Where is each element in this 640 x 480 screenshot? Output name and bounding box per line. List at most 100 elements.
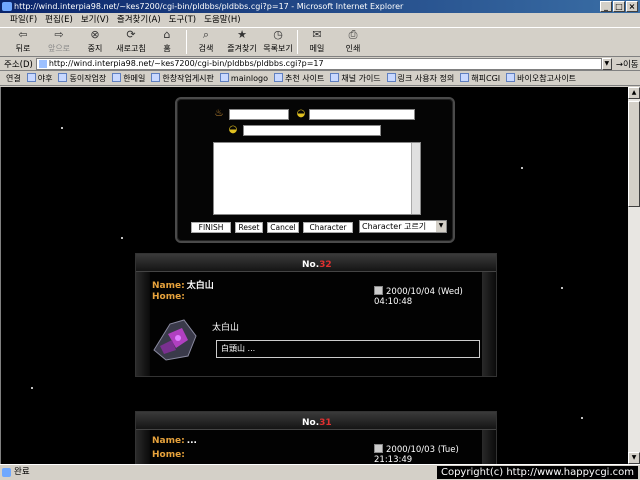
page-done-icon	[2, 468, 11, 477]
address-input[interactable]: http://wind.interpia98.net/~kes7200/cgi-…	[35, 57, 602, 70]
link-item[interactable]: 바이오참고사이트	[506, 73, 576, 84]
name-value[interactable]: 太白山	[187, 281, 214, 291]
menu-file[interactable]: 파일(F)	[10, 13, 37, 27]
window-controls: _ □ ×	[600, 1, 638, 12]
stop-label: 중지	[87, 44, 103, 53]
home-label: 홈	[163, 44, 171, 53]
home-label: Home:	[152, 450, 185, 460]
name-label: Name:	[152, 436, 185, 446]
link-item[interactable]: 동이작업장	[58, 73, 106, 84]
mail-button[interactable]: ✉ 메일	[300, 28, 334, 56]
homepage-icon: ◒	[228, 124, 238, 135]
scroll-thumb[interactable]	[628, 101, 640, 207]
refresh-button[interactable]: ⟳ 새로고침	[114, 28, 148, 56]
favorites-button[interactable]: ★ 즐겨찾기	[225, 28, 259, 56]
vertical-scrollbar[interactable]: ▲ ▼	[628, 87, 640, 464]
message-textarea[interactable]	[213, 142, 421, 215]
home-button[interactable]: ⌂ 홈	[150, 28, 184, 56]
post-number-label: No.	[302, 418, 320, 428]
scroll-up-arrow[interactable]: ▲	[628, 87, 640, 99]
back-label: 뒤로	[15, 44, 31, 53]
link-item[interactable]: 야후	[27, 73, 53, 84]
star	[561, 287, 563, 289]
forward-button[interactable]: ⇨ 앞으로	[42, 28, 76, 56]
search-button[interactable]: ⌕ 검색	[189, 28, 223, 56]
menu-help[interactable]: 도움말(H)	[204, 13, 240, 27]
star	[61, 127, 63, 129]
post-frame-left	[136, 272, 150, 376]
homepage-input[interactable]	[243, 125, 381, 136]
link-item[interactable]: 한메일	[112, 73, 145, 84]
star	[121, 237, 123, 239]
print-label: 인쇄	[345, 44, 361, 53]
textarea-scrollbar[interactable]	[411, 143, 420, 214]
write-form: ♨ ◒ ◒ FINISH Reset Cancel Character Char…	[175, 97, 455, 243]
post-date: 2000/10/04 (Wed) 04:10:48	[374, 286, 496, 307]
post-number: No.32	[302, 260, 332, 270]
post-number-value: 32	[319, 260, 332, 270]
post-number: No.31	[302, 418, 332, 428]
history-icon: ◷	[273, 28, 283, 41]
go-label: 이동	[622, 59, 639, 70]
forward-arrow-icon: ⇨	[54, 28, 64, 41]
reset-button[interactable]: Reset	[235, 222, 263, 233]
cancel-button[interactable]: Cancel	[267, 222, 299, 233]
status-bar: 완료 Copyright(c) http://www.happycgi.com	[0, 464, 640, 480]
link-item[interactable]: 추천 사이트	[274, 73, 324, 84]
link-item[interactable]: 해피CGI	[460, 73, 500, 84]
name-value[interactable]: ...	[187, 436, 197, 446]
close-button[interactable]: ×	[626, 1, 638, 12]
mail-label: 메일	[309, 44, 325, 53]
history-button[interactable]: ◷ 목록보기	[261, 28, 295, 56]
minimize-button[interactable]: _	[600, 1, 612, 12]
name-input[interactable]	[229, 109, 289, 120]
post-number-label: No.	[302, 260, 320, 270]
star	[521, 167, 523, 169]
back-button[interactable]: ⇦ 뒤로	[6, 28, 40, 56]
menu-view[interactable]: 보기(V)	[81, 13, 109, 27]
link-item[interactable]: 채널 가이드	[330, 73, 380, 84]
menu-tools[interactable]: 도구(T)	[169, 13, 196, 27]
post-body: 太白山	[212, 323, 240, 333]
go-button[interactable]: →이동	[616, 58, 639, 70]
status-text: 완료	[14, 467, 30, 477]
character-avatar	[153, 319, 197, 361]
link-item[interactable]: mainlogo	[220, 73, 268, 83]
email-input[interactable]	[309, 109, 415, 120]
print-button[interactable]: ⎙ 인쇄	[336, 28, 370, 56]
finish-button[interactable]: FINISH	[191, 222, 231, 233]
ie-logo-icon	[2, 2, 12, 11]
favorites-icon: ★	[237, 28, 247, 41]
toolbar-separator	[297, 30, 298, 54]
star	[31, 387, 33, 389]
refresh-icon: ⟳	[126, 28, 136, 41]
toolbar-separator	[186, 30, 187, 54]
history-label: 목록보기	[263, 44, 293, 53]
page-content: ♨ ◒ ◒ FINISH Reset Cancel Character Char…	[0, 87, 628, 464]
copyright-banner: Copyright(c) http://www.happycgi.com	[436, 466, 638, 479]
name-icon: ♨	[214, 108, 224, 119]
post-card: No.32 Name: 太白山 Home: 2000/10/04 (Wed) 04…	[135, 253, 497, 377]
scroll-down-arrow[interactable]: ▼	[628, 452, 640, 464]
post-home: Home:	[152, 292, 185, 302]
address-dropdown[interactable]: ▼	[601, 57, 612, 70]
post-name: Name:...	[152, 436, 197, 446]
link-item[interactable]: 한창작업게시판	[151, 73, 214, 84]
stop-button[interactable]: ⊗ 중지	[78, 28, 112, 56]
home-label: Home:	[152, 292, 185, 302]
link-item[interactable]: 링크 사용자 정의	[387, 73, 455, 84]
menu-bar: 파일(F) 편집(E) 보기(V) 즐겨찾기(A) 도구(T) 도움말(H)	[0, 13, 640, 27]
forward-label: 앞으로	[47, 44, 71, 53]
maximize-button[interactable]: □	[613, 1, 625, 12]
menu-favorites[interactable]: 즐겨찾기(A)	[117, 13, 161, 27]
address-url: http://wind.interpia98.net/~kes7200/cgi-…	[48, 58, 324, 68]
character-button[interactable]: Character	[303, 222, 353, 233]
search-label: 검색	[198, 44, 214, 53]
address-bar: 주소(D) http://wind.interpia98.net/~kes720…	[0, 57, 640, 71]
character-select[interactable]: Character 고르기 ▼	[359, 220, 447, 233]
stop-icon: ⊗	[90, 28, 100, 41]
menu-edit[interactable]: 편집(E)	[45, 13, 73, 27]
reply-comment: 白頭山 ...	[216, 340, 480, 358]
page-icon	[38, 59, 47, 68]
standard-toolbar: ⇦ 뒤로 ⇨ 앞으로 ⊗ 중지 ⟳ 새로고침 ⌂ 홈 ⌕ 검색 ★ 즐겨찾기 ◷ 목록보기 ✉ 메…	[0, 27, 640, 57]
